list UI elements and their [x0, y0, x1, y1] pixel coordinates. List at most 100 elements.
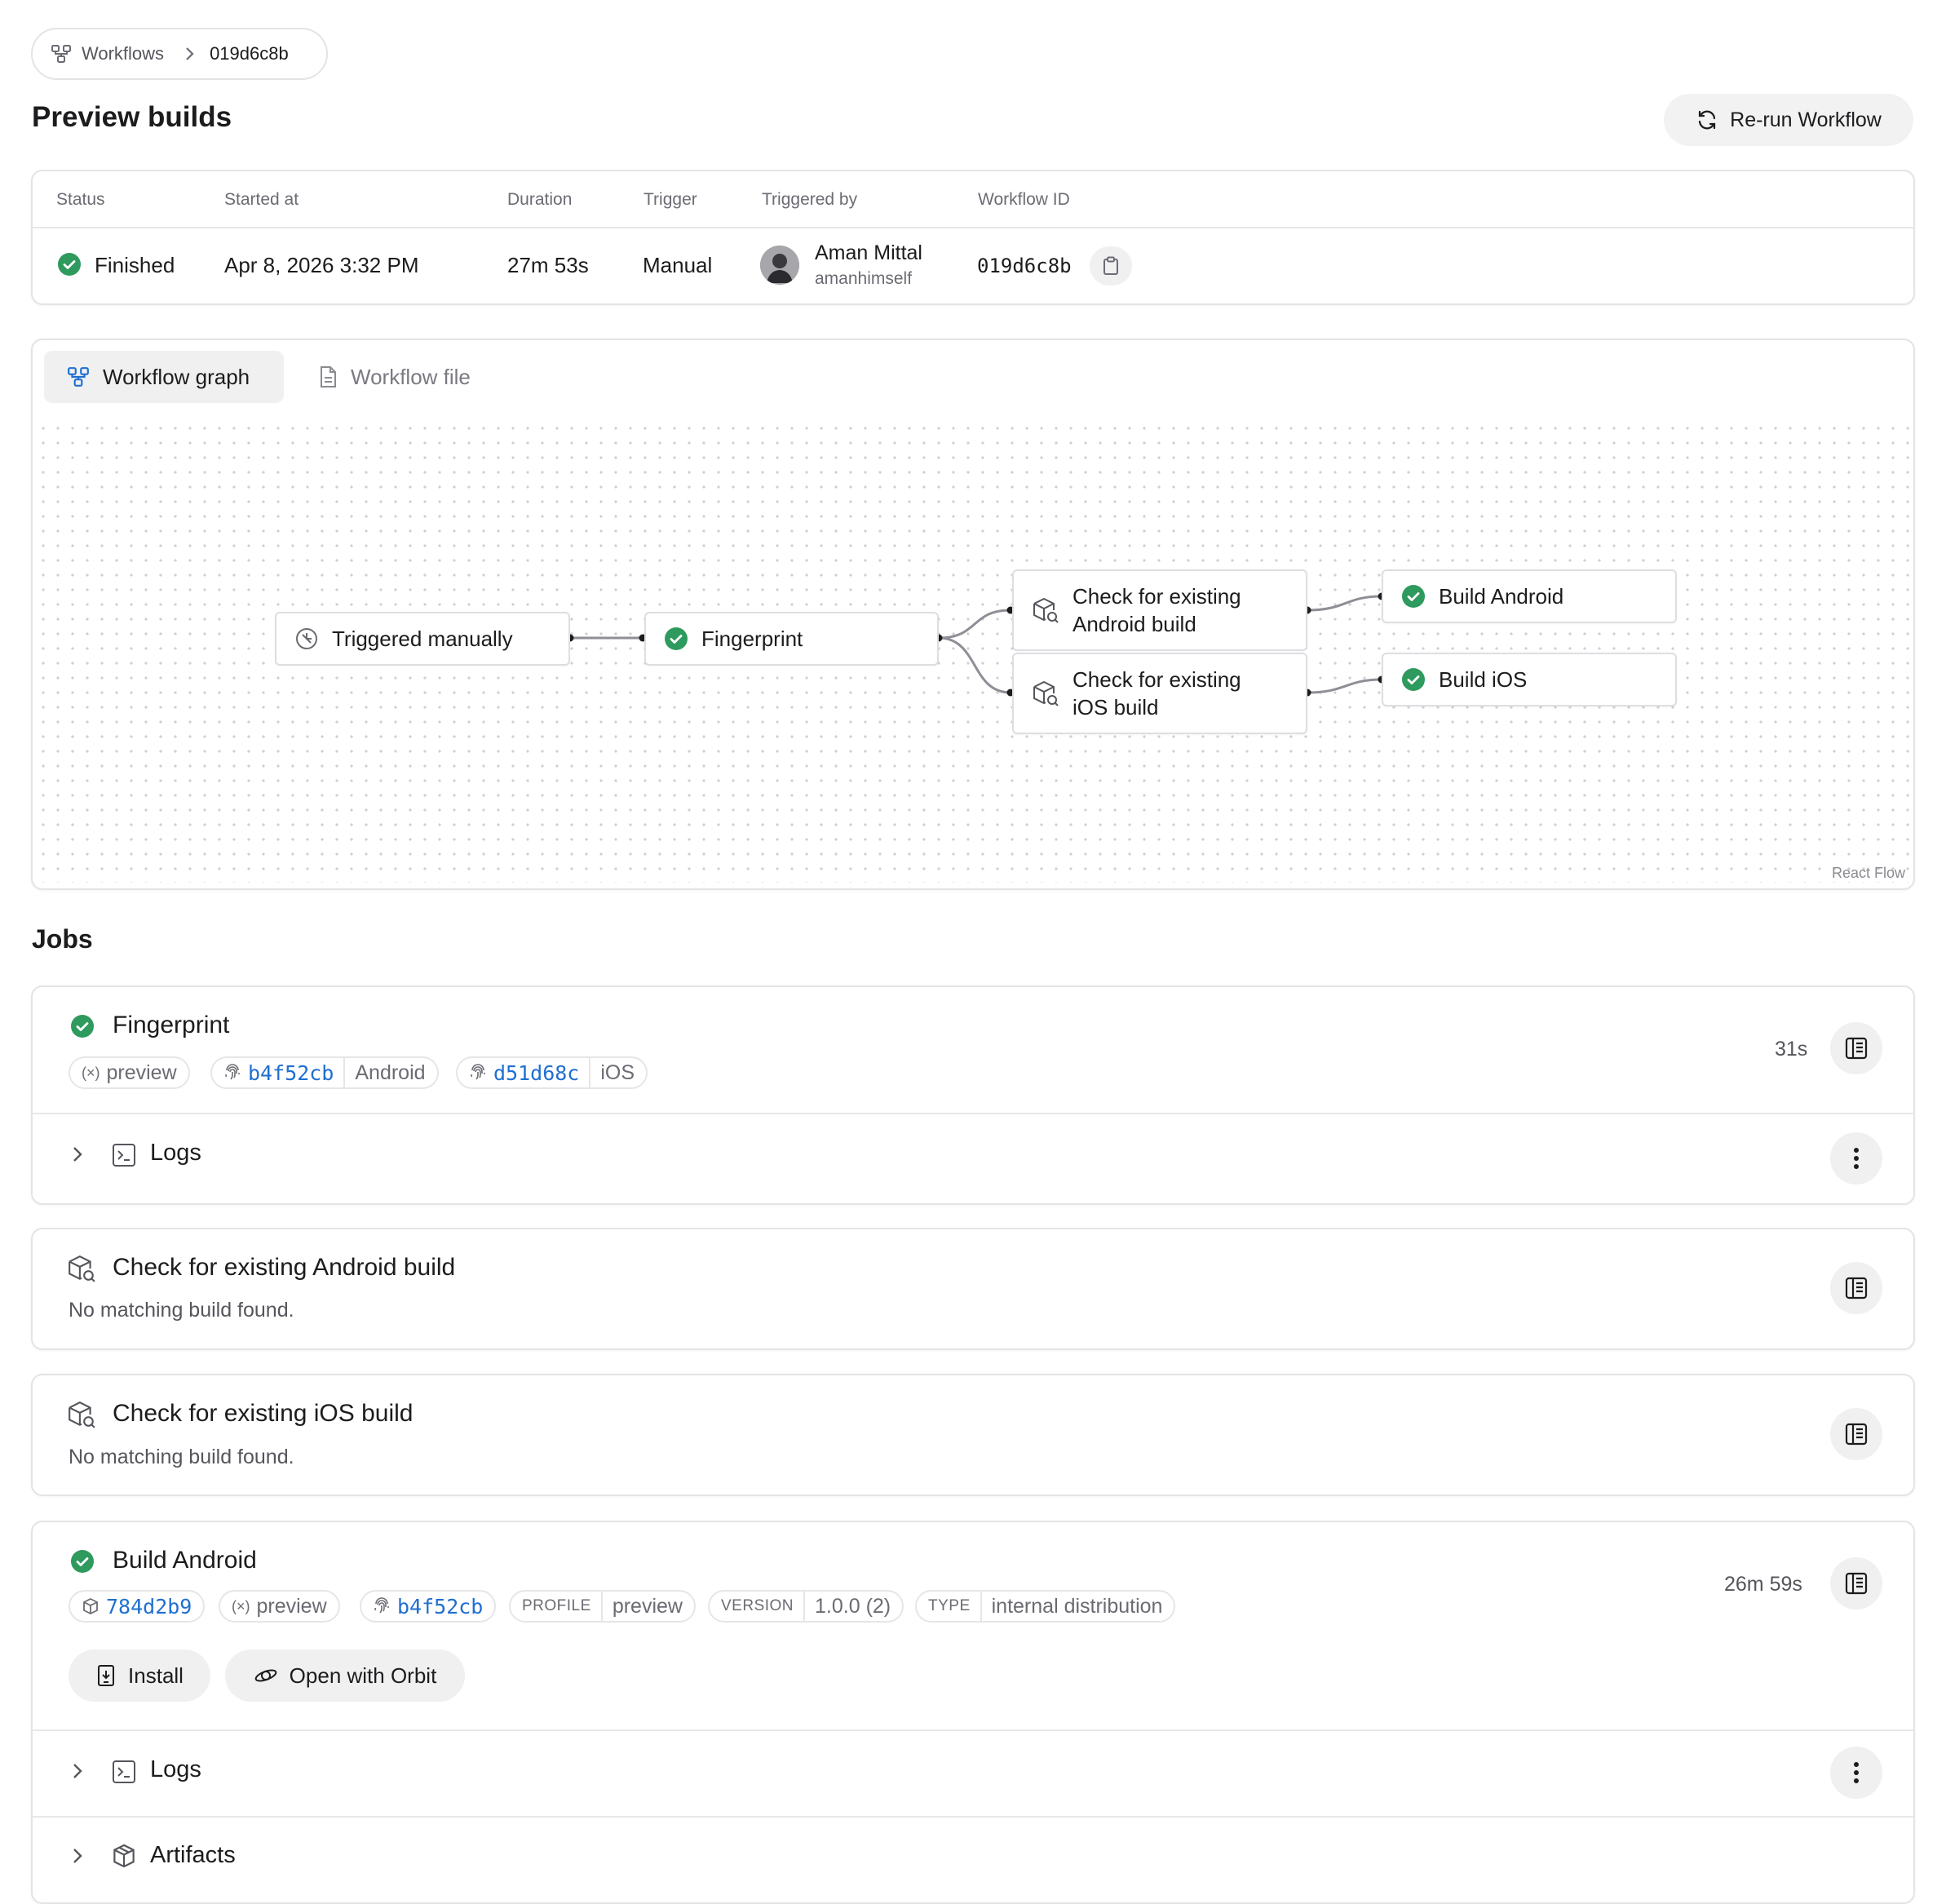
check-circle-icon	[664, 627, 688, 651]
version-pill: VERSION 1.0.0 (2)	[708, 1590, 904, 1623]
pill-value: internal distribution	[991, 1594, 1163, 1618]
fingerprint-icon	[223, 1064, 241, 1082]
pill-key: TYPE	[928, 1597, 971, 1614]
node-label: Check for existing	[1073, 667, 1241, 692]
platform-label: Android	[355, 1060, 426, 1084]
divider	[600, 1592, 603, 1621]
package-search-icon	[1032, 596, 1059, 624]
pill-value: 1.0.0 (2)	[815, 1594, 891, 1618]
package-search-icon	[67, 1254, 96, 1283]
chevron-right-icon[interactable]	[72, 1145, 83, 1163]
jobs-heading: Jobs	[32, 924, 93, 954]
fingerprint-hash-link[interactable]: b4f52cb	[248, 1061, 334, 1085]
more-options-button[interactable]	[1830, 1747, 1882, 1799]
chevron-right-icon[interactable]	[72, 1762, 83, 1780]
fingerprint-hash-link[interactable]: d51d68c	[493, 1061, 579, 1085]
pill-value: preview	[106, 1060, 177, 1084]
job-title: Check for existing iOS build	[113, 1400, 414, 1427]
install-button[interactable]: Install	[69, 1649, 210, 1702]
profile-pill: PROFILE preview	[509, 1590, 696, 1623]
details-icon	[1845, 1277, 1868, 1300]
more-options-button[interactable]	[1830, 1132, 1882, 1184]
package-icon	[111, 1843, 137, 1869]
check-circle-icon	[70, 1014, 95, 1038]
package-search-icon	[67, 1400, 96, 1429]
node-triggered-manually[interactable]: Triggered manually	[275, 612, 570, 666]
job-message: No matching build found.	[69, 1299, 294, 1322]
details-icon	[1845, 1572, 1868, 1595]
pill-key: VERSION	[721, 1597, 794, 1614]
env-pill: (×) preview	[219, 1590, 340, 1623]
trigger-icon	[294, 627, 319, 651]
android-fingerprint-pill: b4f52cb Android	[210, 1056, 439, 1089]
graph-edges	[566, 592, 1386, 697]
chevron-right-icon[interactable]	[72, 1847, 83, 1865]
build-id-pill: 784d2b9	[69, 1590, 206, 1623]
node-build-ios[interactable]: Build iOS	[1382, 653, 1677, 706]
job-duration: 26m 59s	[1724, 1573, 1802, 1596]
more-vertical-icon	[1854, 1148, 1859, 1169]
job-title: Build Android	[113, 1547, 257, 1574]
check-circle-icon	[1401, 667, 1426, 692]
details-icon	[1845, 1423, 1868, 1446]
pill-value: preview	[256, 1594, 327, 1618]
view-details-button[interactable]	[1830, 1557, 1882, 1610]
react-flow-attribution[interactable]: React Flow	[1832, 865, 1905, 882]
orbit-icon	[254, 1666, 278, 1685]
divider	[33, 1816, 1913, 1818]
package-search-icon	[1032, 680, 1059, 707]
button-label: Open with Orbit	[289, 1663, 437, 1688]
divider	[589, 1058, 591, 1087]
terminal-icon	[111, 1759, 137, 1785]
node-label: Check for existing	[1073, 584, 1241, 609]
job-duration: 31s	[1775, 1038, 1808, 1060]
logs-toggle[interactable]: Logs	[150, 1140, 201, 1167]
fingerprint-hash-link[interactable]: b4f52cb	[397, 1595, 483, 1618]
job-card-build-android	[31, 1521, 1915, 1904]
platform-label: iOS	[600, 1060, 635, 1084]
variable-icon: (×)	[82, 1064, 100, 1081]
env-pill: (×) preview	[69, 1056, 190, 1089]
divider	[33, 1729, 1913, 1731]
job-card-check-ios	[31, 1374, 1915, 1496]
divider	[33, 1113, 1913, 1114]
logs-toggle[interactable]: Logs	[150, 1756, 201, 1783]
node-label: Build Android	[1439, 583, 1564, 609]
view-details-button[interactable]	[1830, 1022, 1882, 1074]
fingerprint-pill: b4f52cb	[360, 1590, 497, 1623]
variable-icon: (×)	[232, 1597, 250, 1614]
package-icon	[82, 1597, 100, 1615]
node-label: Android build	[1073, 612, 1196, 636]
fingerprint-icon	[469, 1064, 487, 1082]
divider	[980, 1592, 982, 1621]
artifacts-toggle[interactable]: Artifacts	[150, 1842, 236, 1869]
node-fingerprint[interactable]: Fingerprint	[644, 612, 939, 666]
check-circle-icon	[70, 1549, 95, 1574]
view-details-button[interactable]	[1830, 1408, 1882, 1460]
ios-fingerprint-pill: d51d68c iOS	[456, 1056, 648, 1089]
view-details-button[interactable]	[1830, 1262, 1882, 1314]
job-message: No matching build found.	[69, 1446, 294, 1468]
pill-key: PROFILE	[522, 1597, 591, 1614]
button-label: Install	[128, 1663, 184, 1688]
job-card-check-android	[31, 1228, 1915, 1350]
node-label: Build iOS	[1439, 666, 1528, 692]
divider	[343, 1058, 346, 1087]
node-label: iOS build	[1073, 695, 1159, 720]
check-circle-icon	[1401, 584, 1426, 609]
terminal-icon	[111, 1142, 137, 1168]
node-label: Triggered manually	[332, 626, 513, 651]
pill-value: preview	[612, 1594, 683, 1618]
open-with-orbit-button[interactable]: Open with Orbit	[225, 1649, 465, 1702]
node-check-ios[interactable]: Check for existing iOS build	[1012, 653, 1307, 734]
node-build-android[interactable]: Build Android	[1382, 569, 1677, 623]
job-card-fingerprint	[31, 985, 1915, 1205]
more-vertical-icon	[1854, 1762, 1859, 1783]
type-pill: TYPE internal distribution	[915, 1590, 1176, 1623]
build-hash-link[interactable]: 784d2b9	[106, 1595, 192, 1618]
job-title: Check for existing Android build	[113, 1254, 456, 1281]
job-title: Fingerprint	[113, 1012, 230, 1038]
install-icon	[95, 1664, 117, 1687]
divider	[803, 1592, 806, 1621]
node-check-android[interactable]: Check for existing Android build	[1012, 569, 1307, 651]
